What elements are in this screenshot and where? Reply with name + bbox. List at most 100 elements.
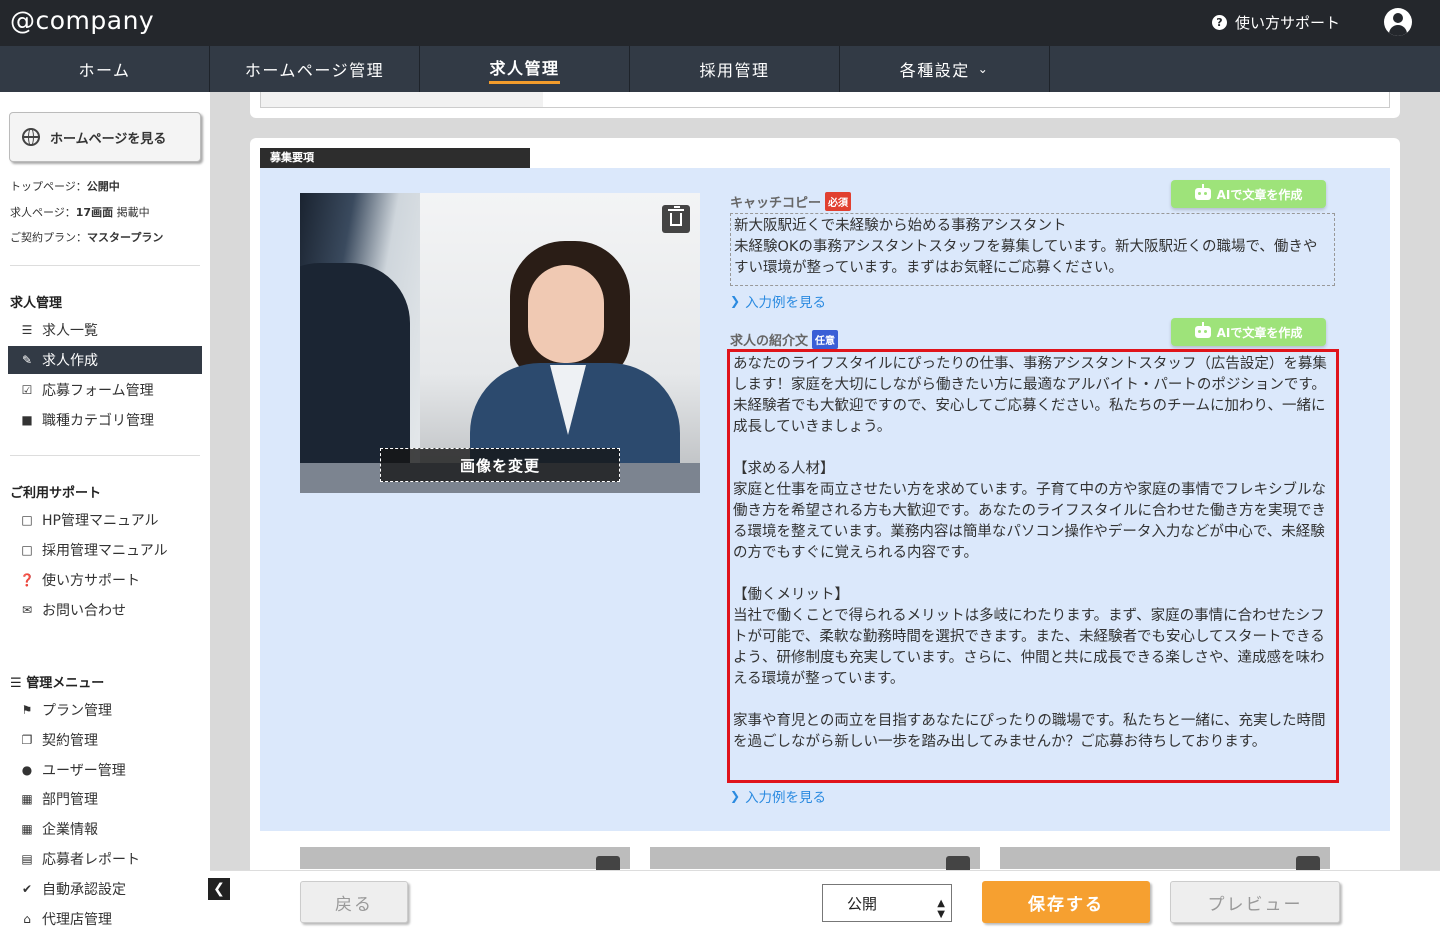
section-title-support: ご利用サポート [10, 486, 102, 501]
sidebar-collapse-button[interactable]: ❮ [208, 878, 230, 900]
status-job-page-label: 求人ページ： [10, 206, 76, 219]
sidebar-item-label: プラン管理 [42, 703, 112, 719]
id-card-icon: ▤ [21, 852, 33, 866]
robot-icon [1194, 322, 1211, 338]
sidebar-item-label: 求人一覧 [42, 323, 98, 339]
intro-label: 求人の紹介文 任意 [730, 330, 839, 349]
nav-home[interactable]: ホーム [0, 46, 210, 92]
previous-section-table [260, 92, 1390, 108]
nav-job-management[interactable]: 求人管理 [420, 46, 630, 92]
trash-icon[interactable] [1296, 856, 1320, 870]
check-circle-icon: ✔ [21, 882, 33, 896]
sidebar-item-label: 自動承認設定 [42, 882, 126, 898]
help-link[interactable]: ? 使い方サポート [1211, 12, 1340, 33]
ai-button-label: AIで文章を作成 [1216, 187, 1303, 202]
back-button[interactable]: 戻る [300, 881, 408, 923]
publish-status-value: 公開 [847, 894, 878, 913]
briefcase-icon: ■ [21, 413, 33, 427]
sidebar-item-label: 契約管理 [42, 733, 98, 749]
nav-settings[interactable]: 各種設定 ⌄ [840, 46, 1050, 92]
bottom-action-bar: 戻る 公開 ▲ ▼ 保存する プレビュー [210, 870, 1440, 934]
nav-home-label: ホーム [78, 61, 131, 80]
intro-example-link[interactable]: ❯ 入力例を見る [730, 786, 826, 806]
nav-recruitment-management[interactable]: 採用管理 [630, 46, 840, 92]
sidebar-item-contact[interactable]: ✉ お問い合わせ [8, 596, 202, 624]
section-title-admin-label: 管理メニュー [26, 676, 105, 691]
sidebar-item-job-create[interactable]: ✎ 求人作成 [8, 346, 202, 374]
sidebar-item-label: 応募者レポート [42, 852, 140, 868]
table-header-cell [261, 92, 543, 107]
required-badge: 必須 [825, 192, 852, 211]
status-job-page-value: 17画面 [75, 206, 114, 219]
image-slot-1[interactable] [300, 847, 630, 870]
delete-image-button[interactable] [662, 205, 690, 233]
nav-homepage-label: ホームページ管理 [244, 61, 385, 80]
catch-copy-textarea[interactable]: 新大阪駅近くで未経験から始める事務アシスタント 未経験OKの事務アシスタントスタ… [730, 213, 1335, 286]
sidebar-item-auto-approve[interactable]: ✔ 自動承認設定 [8, 875, 202, 903]
catch-copy-example-link[interactable]: ❯ 入力例を見る [730, 291, 826, 311]
nav-homepage-management[interactable]: ホームページ管理 [210, 46, 420, 92]
intro-text: あなたのライフスタイルにぴったりの仕事、事務アシスタントスタッフ（広告設定）を募… [733, 356, 1327, 750]
intro-textarea[interactable]: あなたのライフスタイルにぴったりの仕事、事務アシスタントスタッフ（広告設定）を募… [727, 349, 1339, 783]
nav-job-label: 求人管理 [489, 55, 560, 84]
example-link-label: 入力例を見る [745, 790, 827, 806]
sidebar-item-label: 採用管理マニュアル [42, 543, 168, 559]
trash-icon[interactable] [946, 856, 970, 870]
image-slot-2[interactable] [650, 847, 980, 870]
ai-generate-catch-copy-button[interactable]: AIで文章を作成 [1171, 180, 1326, 208]
publish-status-select[interactable]: 公開 ▲ ▼ [822, 884, 952, 922]
select-arrows-icon: ▲ ▼ [937, 898, 945, 920]
preview-button[interactable]: プレビュー [1170, 881, 1340, 923]
company-logo[interactable]: @company [10, 6, 154, 35]
sidebar-item-applicant-report[interactable]: ▤ 応募者レポート [8, 845, 202, 873]
sidebar-item-plan[interactable]: ⚑ プラン管理 [8, 696, 202, 724]
sidebar-item-user[interactable]: ● ユーザー管理 [8, 756, 202, 784]
sidebar-item-job-list[interactable]: ☰ 求人一覧 [8, 316, 202, 344]
bank-icon: ⌂ [23, 912, 31, 926]
sidebar-item-company-info[interactable]: ▦ 企業情報 [8, 815, 202, 843]
trash-icon[interactable] [596, 856, 620, 870]
change-image-button[interactable]: 画像を変更 [380, 448, 620, 482]
sidebar-item-agency[interactable]: ⌂ 代理店管理 [8, 905, 202, 933]
nav-settings-label: 各種設定 [899, 61, 970, 80]
sidebar-item-label: HP管理マニュアル [42, 513, 159, 529]
sidebar-item-label: 応募フォーム管理 [42, 383, 154, 399]
save-button[interactable]: 保存する [982, 881, 1150, 923]
sidebar-item-recruit-manual[interactable]: □ 採用管理マニュアル [8, 536, 202, 564]
chevron-left-icon: ❮ [213, 881, 225, 897]
question-icon: ? [1211, 15, 1227, 30]
example-link-label: 入力例を見る [745, 295, 827, 311]
sidebar-item-contract[interactable]: ❐ 契約管理 [8, 726, 202, 754]
flag-icon: ⚑ [21, 703, 33, 717]
section-title-admin-menu: ☰ 管理メニュー [10, 672, 104, 691]
user-avatar[interactable] [1384, 8, 1412, 36]
sidebar-item-label: 使い方サポート [42, 573, 140, 589]
sidebar-item-label: 代理店管理 [42, 912, 112, 928]
intro-label-text: 求人の紹介文 [730, 334, 809, 349]
checkbox-icon: ☑ [21, 383, 33, 397]
envelope-icon: ✉ [21, 603, 33, 617]
view-homepage-button[interactable]: ホームページを見る [9, 112, 201, 162]
pdf-icon: □ [21, 513, 33, 527]
sidebar-item-help[interactable]: ❓ 使い方サポート [8, 566, 202, 594]
sidebar: ホームページを見る トップページ：公開中 求人ページ：17画面 掲載中 ご契約プ… [0, 92, 210, 934]
sidebar-item-category-management[interactable]: ■ 職種カテゴリ管理 [8, 406, 202, 434]
status-job-page-suffix: 掲載中 [113, 206, 150, 219]
ai-generate-intro-button[interactable]: AIで文章を作成 [1171, 318, 1326, 346]
catch-copy-label-text: キャッチコピー [730, 196, 822, 211]
sidebar-item-hp-manual[interactable]: □ HP管理マニュアル [8, 506, 202, 534]
building-icon: ▦ [21, 822, 33, 836]
chevron-down-icon: ⌄ [977, 62, 990, 76]
ai-button-label: AIで文章を作成 [1216, 325, 1303, 340]
image-slot-3[interactable] [1000, 847, 1330, 870]
status-job-page: 求人ページ：17画面 掲載中 [10, 204, 150, 220]
job-photo: 画像を変更 [300, 193, 700, 493]
status-top-page: トップページ：公開中 [10, 178, 120, 194]
sidebar-item-department[interactable]: ▦ 部門管理 [8, 785, 202, 813]
sidebar-item-label: 部門管理 [42, 792, 98, 808]
menu-icon: ☰ [10, 676, 27, 691]
user-icon: ● [21, 763, 33, 777]
view-homepage-label: ホームページを見る [50, 131, 167, 147]
sidebar-item-form-management[interactable]: ☑ 応募フォーム管理 [8, 376, 202, 404]
catch-copy-label: キャッチコピー 必須 [730, 192, 852, 211]
